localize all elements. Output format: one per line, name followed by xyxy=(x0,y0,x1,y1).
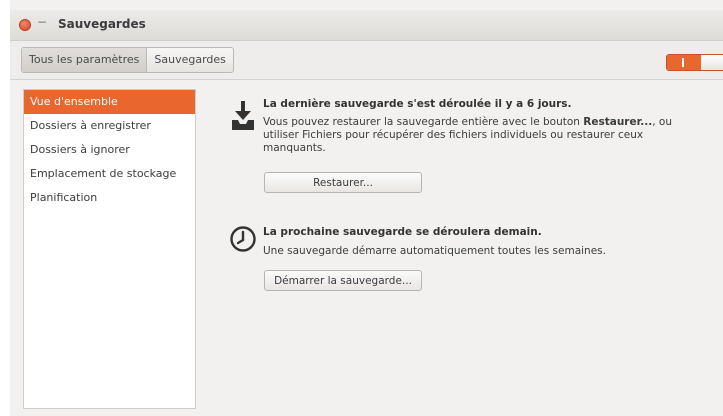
clock-icon xyxy=(230,226,256,252)
next-backup-title: La prochaine sauvegarde se déroulera dem… xyxy=(263,226,542,238)
last-backup-title: La dernière sauvegarde s'est déroulée il… xyxy=(263,98,572,110)
toolbar: Tous les paramètres Sauvegardes xyxy=(10,41,723,80)
window-title: Sauvegardes xyxy=(58,17,146,31)
toggle-on-indicator xyxy=(667,55,701,70)
sidebar-item-folders-to-save[interactable]: Dossiers à enregistrer xyxy=(24,114,195,138)
sidebar: Vue d'ensemble Dossiers à enregistrer Do… xyxy=(23,89,196,409)
next-backup-description: Une sauvegarde démarre automatiquement t… xyxy=(263,245,606,257)
download-tray-icon xyxy=(232,101,254,130)
backup-window: − Sauvegardes Tous les paramètres Sauveg… xyxy=(10,0,723,416)
breadcrumb-backups[interactable]: Sauvegardes xyxy=(147,48,233,72)
sidebar-item-overview[interactable]: Vue d'ensemble xyxy=(24,90,195,114)
backup-toggle-switch[interactable] xyxy=(666,54,723,71)
last-backup-description: Vous pouvez restaurer la sauvegarde enti… xyxy=(263,116,673,154)
minimize-button[interactable]: − xyxy=(37,15,47,29)
sidebar-item-storage-location[interactable]: Emplacement de stockage xyxy=(24,162,195,186)
breadcrumb: Tous les paramètres Sauvegardes xyxy=(21,47,234,73)
breadcrumb-all-settings[interactable]: Tous les paramètres xyxy=(22,48,148,72)
sidebar-item-scheduling[interactable]: Planification xyxy=(24,186,195,210)
restore-button[interactable]: Restaurer... xyxy=(264,172,422,193)
start-backup-button[interactable]: Démarrer la sauvegarde... xyxy=(264,270,422,291)
title-bar: − Sauvegardes xyxy=(10,10,723,41)
sidebar-item-folders-to-ignore[interactable]: Dossiers à ignorer xyxy=(24,138,195,162)
close-button[interactable] xyxy=(19,19,31,31)
toggle-knob xyxy=(701,55,723,70)
